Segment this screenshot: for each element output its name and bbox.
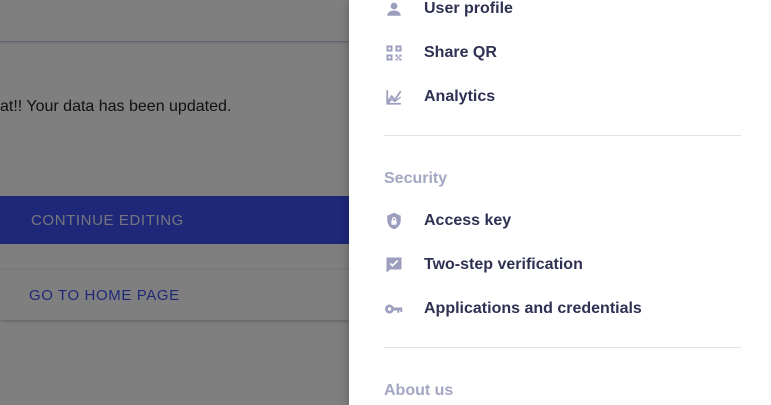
divider (384, 347, 741, 348)
user-icon (384, 0, 404, 19)
divider (384, 135, 741, 136)
shield-lock-icon (384, 211, 404, 231)
menu-item-applications-and-credentials[interactable]: Applications and credentials (384, 293, 642, 325)
key-icon (384, 299, 404, 319)
side-drawer: User profile Share QR Analytics Security (349, 0, 771, 405)
qr-code-icon (384, 43, 404, 63)
menu-item-label: Applications and credentials (424, 300, 642, 317)
security-section-title: Security (384, 170, 448, 187)
menu-item-analytics[interactable]: Analytics (384, 81, 495, 113)
menu-item-label: Access key (424, 212, 512, 229)
menu-item-label: Share QR (424, 44, 497, 61)
menu-item-two-step-verification[interactable]: Two-step verification (384, 249, 583, 281)
menu-item-share-qr[interactable]: Share QR (384, 37, 497, 69)
about-section-title: About us (384, 382, 454, 399)
analytics-icon (384, 87, 404, 107)
menu-item-user-profile[interactable]: User profile (384, 0, 513, 25)
menu-item-label: User profile (424, 0, 513, 17)
menu-item-access-key[interactable]: Access key (384, 205, 511, 237)
menu-item-label: Analytics (424, 88, 496, 105)
menu-item-label: Two-step verification (424, 256, 583, 273)
verified-message-icon (384, 255, 404, 275)
